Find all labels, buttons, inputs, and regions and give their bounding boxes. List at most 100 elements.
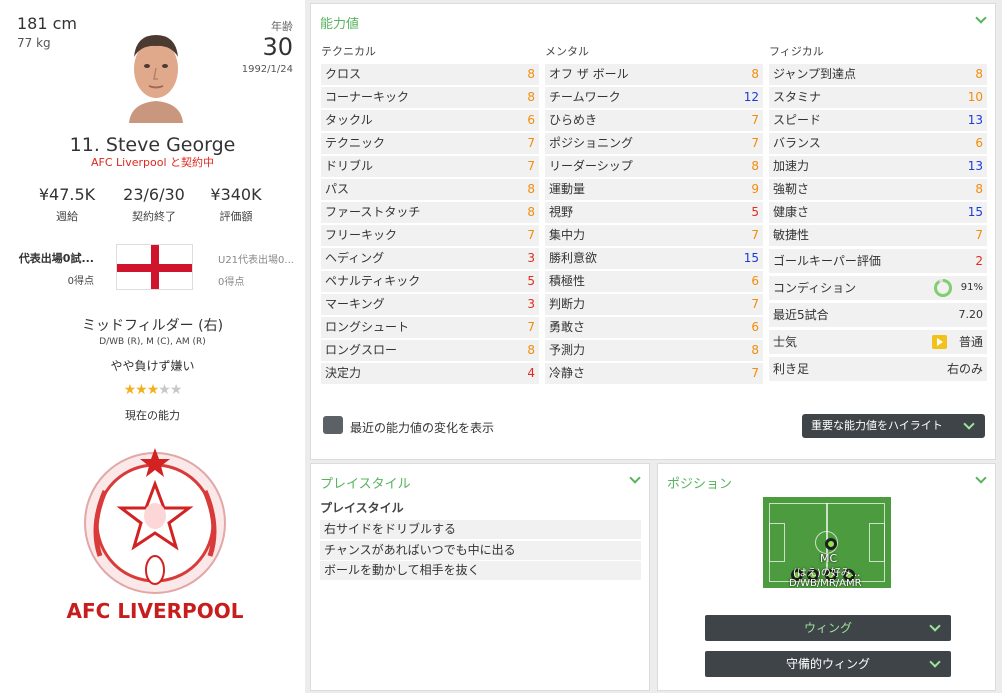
attribute-name: 健康さ (773, 205, 810, 219)
attribute-value: 15 (743, 251, 759, 265)
pitch-label-preference: (はえ)の好み... (793, 568, 861, 579)
attribute-name: 視野 (549, 205, 574, 219)
attribute-value: 8 (527, 90, 535, 104)
role-button-label: ウィング (803, 621, 852, 635)
star-icon: ★ (169, 382, 183, 398)
position-dot-mc[interactable] (825, 538, 837, 550)
attribute-value: 6 (751, 274, 759, 288)
star-icon: ★ (123, 382, 137, 398)
attribute-row[interactable]: ペナルティキック 5 (321, 271, 539, 292)
age-label: 年齢 (271, 20, 293, 33)
highlight-attributes-dropdown[interactable]: 重要な能力値をハイライト (802, 414, 985, 438)
attribute-name: ひらめき (549, 113, 598, 127)
attribute-row[interactable]: リーダーシップ 8 (545, 156, 763, 177)
attribute-row[interactable]: ロングシュート 7 (321, 317, 539, 338)
condition-label: コンディション (773, 281, 857, 295)
mental-attributes: オフ ザ ボール 8 チームワーク 12 ひらめき 7 ポジショニング 7 リーダーシップ 8 運動… (545, 64, 763, 386)
attribute-row[interactable]: 視野 5 (545, 202, 763, 223)
attribute-row[interactable]: 予測力 8 (545, 340, 763, 361)
attribute-row[interactable]: オフ ザ ボール 8 (545, 64, 763, 85)
attribute-row[interactable]: ジャンプ到達点 8 (769, 64, 987, 85)
physical-header: フィジカル (769, 45, 824, 58)
attribute-row[interactable]: 積極性 6 (545, 271, 763, 292)
morale-value: 普通 (958, 335, 983, 349)
contract-status-link[interactable]: AFC Liverpool と契約中 (0, 154, 305, 170)
attribute-value: 5 (751, 205, 759, 219)
attribute-value: 8 (975, 67, 983, 81)
attribute-row[interactable]: クロス 8 (321, 64, 539, 85)
attribute-value: 10 (967, 90, 983, 104)
club-crest-logo[interactable]: AFC LIVERPOOL (60, 446, 250, 626)
attribute-row[interactable]: 運動量 9 (545, 179, 763, 200)
attribute-name: コーナーキック (325, 90, 410, 104)
age-block: 年齢 30 1992/1/24 (242, 18, 293, 75)
attribute-name: オフ ザ ボール (549, 67, 629, 81)
age-value: 30 (262, 33, 293, 61)
attribute-row[interactable]: 決定力 4 (321, 363, 539, 384)
attribute-value: 6 (751, 320, 759, 334)
attribute-row[interactable]: ポジショニング 7 (545, 133, 763, 154)
player-weight: 77 kg (17, 36, 51, 50)
collapse-chevron-icon[interactable] (975, 12, 987, 24)
attribute-row[interactable]: スピード 13 (769, 110, 987, 131)
attribute-row[interactable]: 勇敢さ 6 (545, 317, 763, 338)
preferred-foot-label: 利き足 (773, 362, 810, 376)
role-dropdown-defensive-wing[interactable]: 守備的ウィング (705, 651, 951, 677)
attribute-row[interactable]: 強靭さ 8 (769, 179, 987, 200)
attribute-name: スピード (773, 113, 822, 127)
attribute-row[interactable]: コーナーキック 8 (321, 87, 539, 108)
collapse-chevron-icon[interactable] (975, 472, 987, 484)
attribute-row[interactable]: 健康さ 15 (769, 202, 987, 223)
attribute-name: スタミナ (773, 90, 822, 104)
player-profile-panel: 181 cm 77 kg 年齢 30 1992/1/24 11. Steve G… (0, 0, 305, 693)
attribute-row[interactable]: ヘディング 3 (321, 248, 539, 269)
position-detail: D/WB (R), M (C), AM (R) (99, 337, 206, 347)
attribute-name: ヘディング (325, 251, 385, 265)
valuation-value: ¥340K (210, 185, 262, 204)
england-flag-icon[interactable] (116, 244, 193, 290)
playstyle-panel: プレイスタイル プレイスタイル 右サイドをドリブルする チャンスがあればいつでも… (310, 463, 650, 691)
attribute-value: 4 (527, 366, 535, 380)
player-height: 181 cm (17, 14, 78, 33)
attribute-row[interactable]: 集中力 7 (545, 225, 763, 246)
attribute-row[interactable]: ロングスロー 8 (321, 340, 539, 361)
attribute-row[interactable]: ひらめき 7 (545, 110, 763, 131)
attribute-row[interactable]: 判断力 7 (545, 294, 763, 315)
attribute-row[interactable]: パス 8 (321, 179, 539, 200)
attribute-value: 7 (527, 228, 535, 242)
contract-end-stat: 23/6/30 契約終了 (114, 185, 194, 224)
attribute-row[interactable]: スタミナ 10 (769, 87, 987, 108)
attribute-row[interactable]: 加速力 13 (769, 156, 987, 177)
attribute-value: 8 (527, 343, 535, 357)
attribute-row[interactable]: フリーキック 7 (321, 225, 539, 246)
valuation-label: 評価額 (219, 210, 253, 223)
attribute-name: ドリブル (325, 159, 374, 173)
attribute-value: 3 (527, 251, 535, 265)
current-ability-label: 現在の能力 (125, 409, 180, 422)
attribute-row[interactable]: 冷静さ 7 (545, 363, 763, 384)
u21-caps[interactable]: U21代表出場0... 0得点 (218, 251, 294, 288)
collapse-chevron-icon[interactable] (629, 472, 641, 484)
attribute-row[interactable]: マーキング 3 (321, 294, 539, 315)
position-pitch[interactable]: MC (はえ)の好み... D/WB/MR/AMR (763, 497, 891, 588)
current-ability-stars: ★★★★★ (0, 382, 305, 398)
attribute-row[interactable]: バランス 6 (769, 133, 987, 154)
attribute-row[interactable]: ファーストタッチ 8 (321, 202, 539, 223)
attribute-name: バランス (773, 136, 821, 150)
role-dropdown-wing[interactable]: ウィング (705, 615, 951, 641)
attribute-row[interactable]: 敏捷性 7 (769, 225, 987, 246)
attribute-value: 7 (751, 113, 759, 127)
international-caps[interactable]: 代表出場0試... 0得点 (14, 250, 94, 287)
attribute-name: ジャンプ到達点 (773, 67, 857, 81)
wage-value: ¥47.5K (38, 185, 96, 204)
attribute-row[interactable]: タックル 6 (321, 110, 539, 131)
attribute-row[interactable]: テクニック 7 (321, 133, 539, 154)
u21-goals: 0得点 (218, 277, 245, 288)
show-changes-checkbox[interactable] (323, 416, 343, 434)
attribute-row[interactable]: ドリブル 7 (321, 156, 539, 177)
playstyle-item: チャンスがあればいつでも中に出る (320, 541, 641, 560)
physical-attributes: ジャンプ到達点 8 スタミナ 10 スピード 13 バランス 6 加速力 13 強靭さ 8 健康さ 15 敏… (769, 64, 987, 248)
attribute-row[interactable]: 勝利意欲 15 (545, 248, 763, 269)
attribute-row[interactable]: チームワーク 12 (545, 87, 763, 108)
extra-stats: ゴールキーパー評価 2 コンディション 91% 最近5試合 7.20 士気 普通… (769, 249, 987, 384)
